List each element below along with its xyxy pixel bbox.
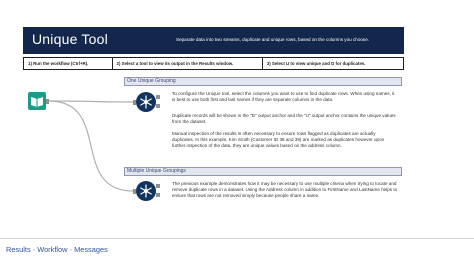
connection-input-to-unique-1[interactable]	[48, 100, 134, 103]
input-data-tool[interactable]	[28, 92, 49, 110]
workflow-canvas[interactable]: Unique Tool Separate data into two strea…	[0, 0, 474, 238]
results-breadcrumb: Results - Workflow - Messages	[6, 245, 108, 254]
comment-text: Duplicate records will be shown in the "…	[172, 113, 396, 124]
unique-tool-2[interactable]	[133, 181, 160, 201]
snowflake-icon	[140, 95, 152, 109]
duplicate-output-anchor[interactable]	[156, 193, 160, 197]
snowflake-icon	[140, 184, 152, 198]
tab-messages[interactable]: Messages	[74, 245, 108, 254]
results-tab-bar: Results - Workflow - Messages	[0, 238, 474, 258]
comment-text: The previous example demonstrates how it…	[172, 181, 398, 198]
connection-input-to-unique-2[interactable]	[48, 100, 134, 192]
unique-output-anchor[interactable]	[156, 95, 160, 99]
comment-text: To configure the Unique tool, select the…	[172, 91, 395, 102]
unique-output-anchor[interactable]	[156, 184, 160, 188]
input-anchor[interactable]	[133, 100, 136, 105]
unique-tool-1[interactable]	[133, 92, 160, 112]
input-anchor[interactable]	[133, 189, 136, 194]
comment-text: Manual inspection of the results is ofte…	[172, 131, 385, 148]
tab-workflow[interactable]: Workflow	[37, 245, 67, 254]
tab-results[interactable]: Results	[6, 245, 31, 254]
book-icon	[31, 97, 43, 107]
duplicate-output-anchor[interactable]	[156, 104, 160, 108]
output-anchor[interactable]	[46, 99, 49, 104]
